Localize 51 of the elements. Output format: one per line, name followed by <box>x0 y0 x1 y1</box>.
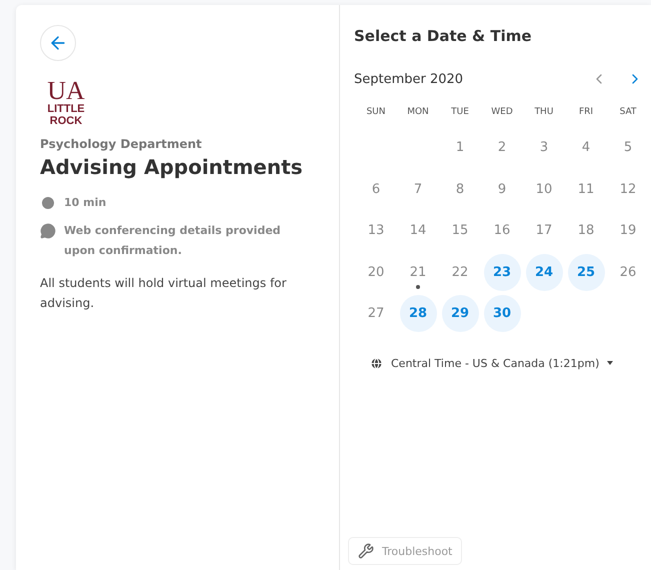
calendar-date: 19 <box>610 212 646 250</box>
calendar-date: 11 <box>568 170 604 208</box>
available-date[interactable]: 29 <box>442 295 478 332</box>
calendar-date: 26 <box>610 254 646 291</box>
calendar-date: 14 <box>400 212 436 250</box>
calendar-date: 9 <box>484 170 520 208</box>
calendar-date: 12 <box>610 170 646 208</box>
calendar-date: 15 <box>442 212 478 250</box>
panel-heading: Select a Date & Time <box>354 27 533 45</box>
back-button[interactable] <box>40 25 76 61</box>
troubleshoot-button[interactable]: Troubleshoot <box>348 537 462 565</box>
globe-icon <box>370 356 383 370</box>
calendar-date: 1 <box>442 129 478 166</box>
calendar-date: 20 <box>358 254 394 291</box>
event-detail: 10 min <box>64 195 106 211</box>
calendar-date: 18 <box>568 212 604 250</box>
weekday-label: SUN <box>366 107 386 117</box>
available-date[interactable]: 24 <box>526 254 562 291</box>
calendar-date: 2 <box>484 129 520 166</box>
weekday-label: THU <box>534 107 554 117</box>
available-date[interactable]: 23 <box>484 254 520 291</box>
month-label: September 2020 <box>354 72 464 86</box>
event-detail: Web conferencing details provided upon confirmation. <box>64 223 282 259</box>
calendar-date: 4 <box>568 129 604 166</box>
calendar-date: 21 <box>400 254 436 291</box>
weekday-label: WED <box>491 107 513 117</box>
calendar-date: 16 <box>484 212 520 250</box>
weekday-label: MON <box>407 107 429 117</box>
weekday-label: FRI <box>578 107 594 117</box>
event-description: All students will hold virtual meetings for advising. <box>40 275 288 312</box>
speech-bubble-icon <box>40 223 56 239</box>
calendar-date: 22 <box>442 254 478 291</box>
calendar-date: 7 <box>400 170 436 208</box>
calendar-date: 13 <box>358 212 394 250</box>
calendar-date: 5 <box>610 129 646 166</box>
timezone-selector[interactable]: Central Time - US & Canada (1:21pm) <box>354 356 614 370</box>
calendar-date: 8 <box>442 170 478 208</box>
wrench-icon <box>358 543 374 559</box>
department-name: Psychology Department <box>40 137 203 151</box>
weekday-label: TUE <box>451 107 469 117</box>
caret-icon <box>607 361 614 365</box>
available-date[interactable]: 30 <box>484 295 520 332</box>
available-date[interactable]: 28 <box>400 295 436 332</box>
calendar-date: 27 <box>358 295 394 332</box>
available-date[interactable]: 25 <box>568 254 604 291</box>
weekday-label: SAT <box>620 107 636 117</box>
event-title: Advising Appointments <box>40 155 304 179</box>
calendar-date: 17 <box>526 212 562 250</box>
calendar-date: 3 <box>526 129 562 166</box>
calendar-date: 6 <box>358 170 394 208</box>
calendar-date: 10 <box>526 170 562 208</box>
